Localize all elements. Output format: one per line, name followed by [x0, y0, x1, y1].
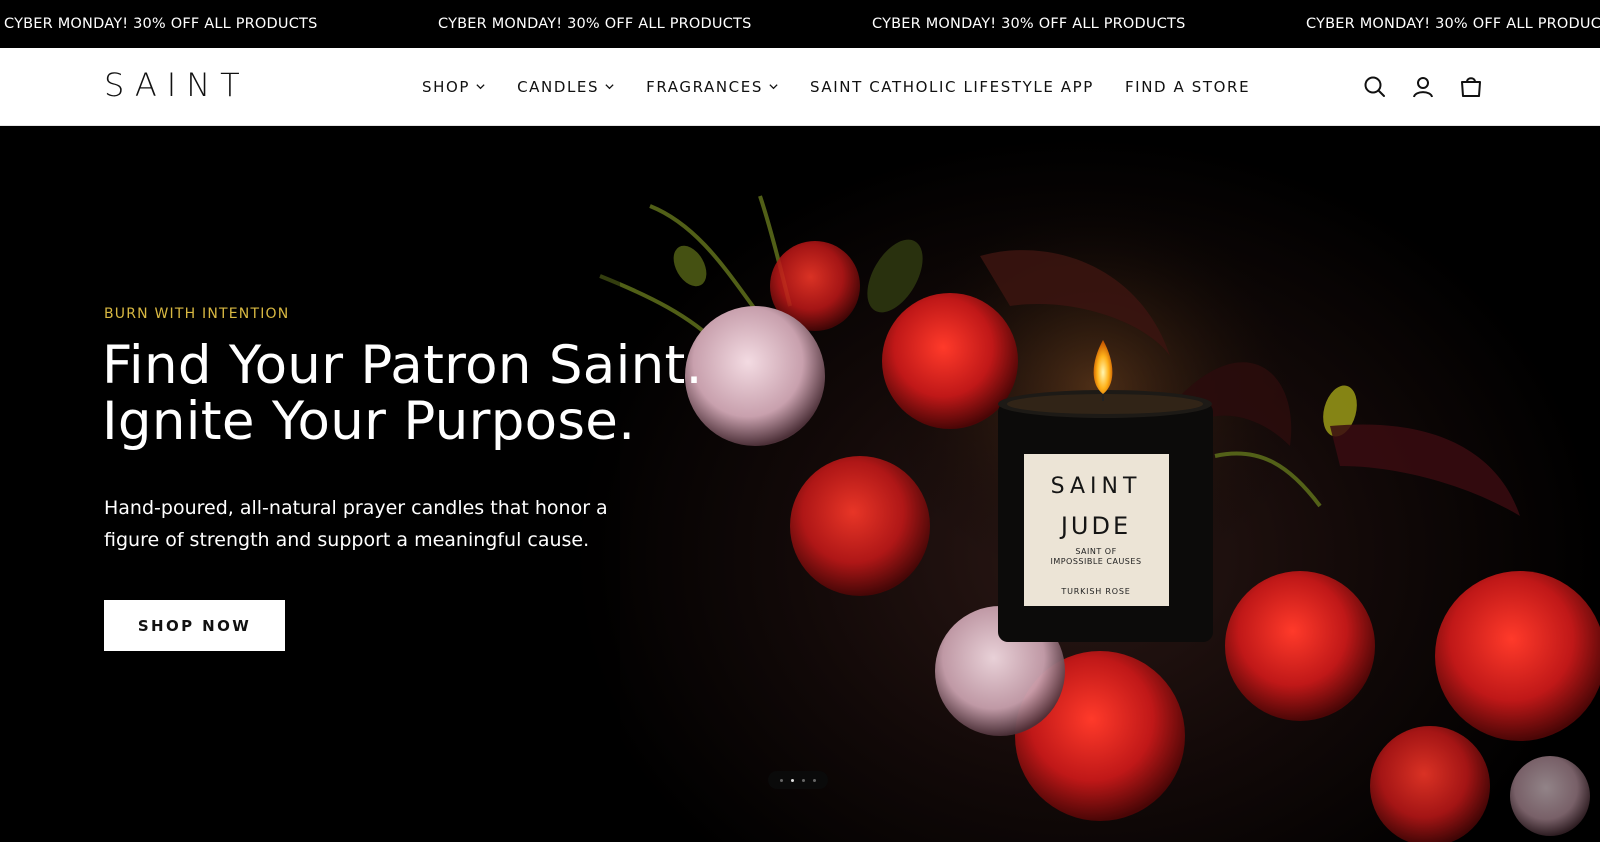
- carousel-dot[interactable]: [802, 778, 805, 782]
- nav-item-label: CANDLES: [517, 77, 600, 96]
- candle-label-brand: SAINT: [1051, 474, 1142, 499]
- cart-icon[interactable]: [1458, 74, 1484, 100]
- announcement-text[interactable]: CYBER MONDAY! 30% OFF ALL PRODUCTS: [872, 0, 1186, 48]
- hero-subcopy: Hand-poured, all-natural prayer candles …: [104, 497, 608, 551]
- hero-banner: SAINT JUDE SAINT OF IMPOSSIBLE CAUSES TU…: [0, 126, 1600, 842]
- hero-eyebrow: BURN WITH INTENTION: [104, 306, 290, 322]
- shop-now-button[interactable]: SHOP NOW: [104, 600, 285, 651]
- nav-item-lifestyle-app[interactable]: SAINT CATHOLIC LIFESTYLE APP: [810, 78, 1094, 96]
- nav-item-label: SHOP: [422, 77, 471, 96]
- candle-label-name: JUDE: [1059, 512, 1131, 540]
- account-icon[interactable]: [1410, 74, 1436, 100]
- hero-headline-line: Find Your Patron Saint.: [102, 335, 703, 396]
- search-icon[interactable]: [1362, 74, 1388, 100]
- rose: [882, 293, 1018, 429]
- announcement-bar: CYBER MONDAY! 30% OFF ALL PRODUCTS CYBER…: [0, 0, 1600, 48]
- candle-label-subtitle: SAINT OF: [1075, 547, 1116, 556]
- hero-headline: Find Your Patron Saint. Ignite Your Purp…: [102, 338, 703, 450]
- hero-image: SAINT JUDE SAINT OF IMPOSSIBLE CAUSES TU…: [0, 126, 1600, 842]
- carnation: [685, 306, 825, 446]
- site-logo[interactable]: SAINT: [104, 66, 250, 104]
- carousel-dot[interactable]: [813, 778, 816, 782]
- carousel-dot-active[interactable]: [791, 778, 794, 782]
- carousel-dots: [768, 771, 828, 789]
- nav-item-shop[interactable]: SHOP: [422, 78, 486, 96]
- hero-headline-line: Ignite Your Purpose.: [102, 391, 636, 452]
- announcement-text[interactable]: CYBER MONDAY! 30% OFF ALL PRODUCTS: [438, 0, 752, 48]
- candle-label-scent: TURKISH ROSE: [1060, 587, 1130, 596]
- carousel-dot[interactable]: [780, 778, 783, 782]
- chevron-down-icon: [476, 84, 485, 90]
- site-header: SAINT SHOP CANDLES FRAGRANCES SAINT CATH…: [0, 48, 1600, 126]
- nav-item-find-a-store[interactable]: FIND A STORE: [1125, 78, 1250, 96]
- nav-item-label: FRAGRANCES: [646, 77, 763, 96]
- nav-item-fragrances[interactable]: FRAGRANCES: [646, 78, 779, 96]
- nav-item-label: SAINT CATHOLIC LIFESTYLE APP: [809, 77, 1094, 96]
- chevron-down-icon: [769, 84, 778, 90]
- announcement-text[interactable]: CYBER MONDAY! 30% OFF ALL PRODUCTS: [4, 0, 318, 48]
- nav-item-candles[interactable]: CANDLES: [517, 78, 615, 96]
- announcement-text[interactable]: CYBER MONDAY! 30% OFF ALL PRODUCTS: [1306, 0, 1600, 48]
- nav-item-label: FIND A STORE: [1124, 77, 1251, 96]
- header-icons: [1340, 48, 1484, 125]
- candle-label-subtitle: IMPOSSIBLE CAUSES: [1050, 557, 1141, 566]
- chevron-down-icon: [605, 84, 614, 90]
- main-nav: SHOP CANDLES FRAGRANCES SAINT CATHOLIC L…: [422, 48, 1250, 125]
